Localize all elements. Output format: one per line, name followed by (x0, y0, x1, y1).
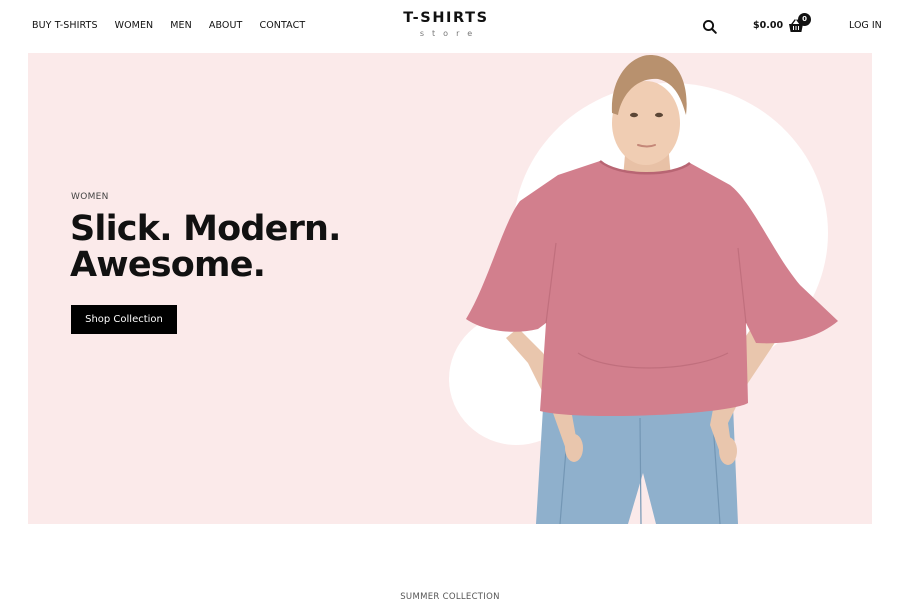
model-right-eye (655, 112, 663, 118)
nav-item-contact[interactable]: CONTACT (259, 20, 305, 31)
hero-headline: Slick. Modern. Awesome. (70, 211, 341, 283)
cart-total[interactable]: $0.00 (753, 20, 783, 31)
login-link[interactable]: LOG IN (849, 20, 882, 31)
cart-count-badge: 0 (798, 13, 811, 26)
model-left-eye (630, 112, 638, 118)
search-icon (702, 19, 717, 34)
hero-headline-line1: Slick. Modern. (70, 209, 341, 249)
nav-item-about[interactable]: ABOUT (209, 20, 243, 31)
logo-subtitle: store (419, 29, 481, 38)
nav-item-men[interactable]: MEN (170, 20, 192, 31)
shop-collection-button[interactable]: Shop Collection (71, 305, 177, 334)
nav-item-buy-tshirts[interactable]: BUY T-SHIRTS (32, 20, 98, 31)
model-right-hand (719, 437, 737, 465)
site-logo[interactable]: T-SHIRTS store (400, 10, 492, 38)
logo-title: T-SHIRTS (403, 10, 489, 26)
hero-model-image (466, 55, 838, 524)
main-nav: BUY T-SHIRTS WOMEN MEN ABOUT CONTACT (32, 20, 322, 31)
hero-headline-line2: Awesome. (70, 245, 266, 285)
hero-banner: WOMEN Slick. Modern. Awesome. Shop Colle… (28, 53, 872, 524)
summer-collection-label: SUMMER COLLECTION (400, 592, 500, 600)
hero-eyebrow: WOMEN (71, 192, 109, 202)
search-button[interactable] (702, 19, 718, 35)
model-left-hand (565, 434, 583, 462)
nav-item-women[interactable]: WOMEN (115, 20, 154, 31)
site-header: BUY T-SHIRTS WOMEN MEN ABOUT CONTACT T-S… (0, 0, 900, 52)
model-tshirt (466, 161, 838, 417)
